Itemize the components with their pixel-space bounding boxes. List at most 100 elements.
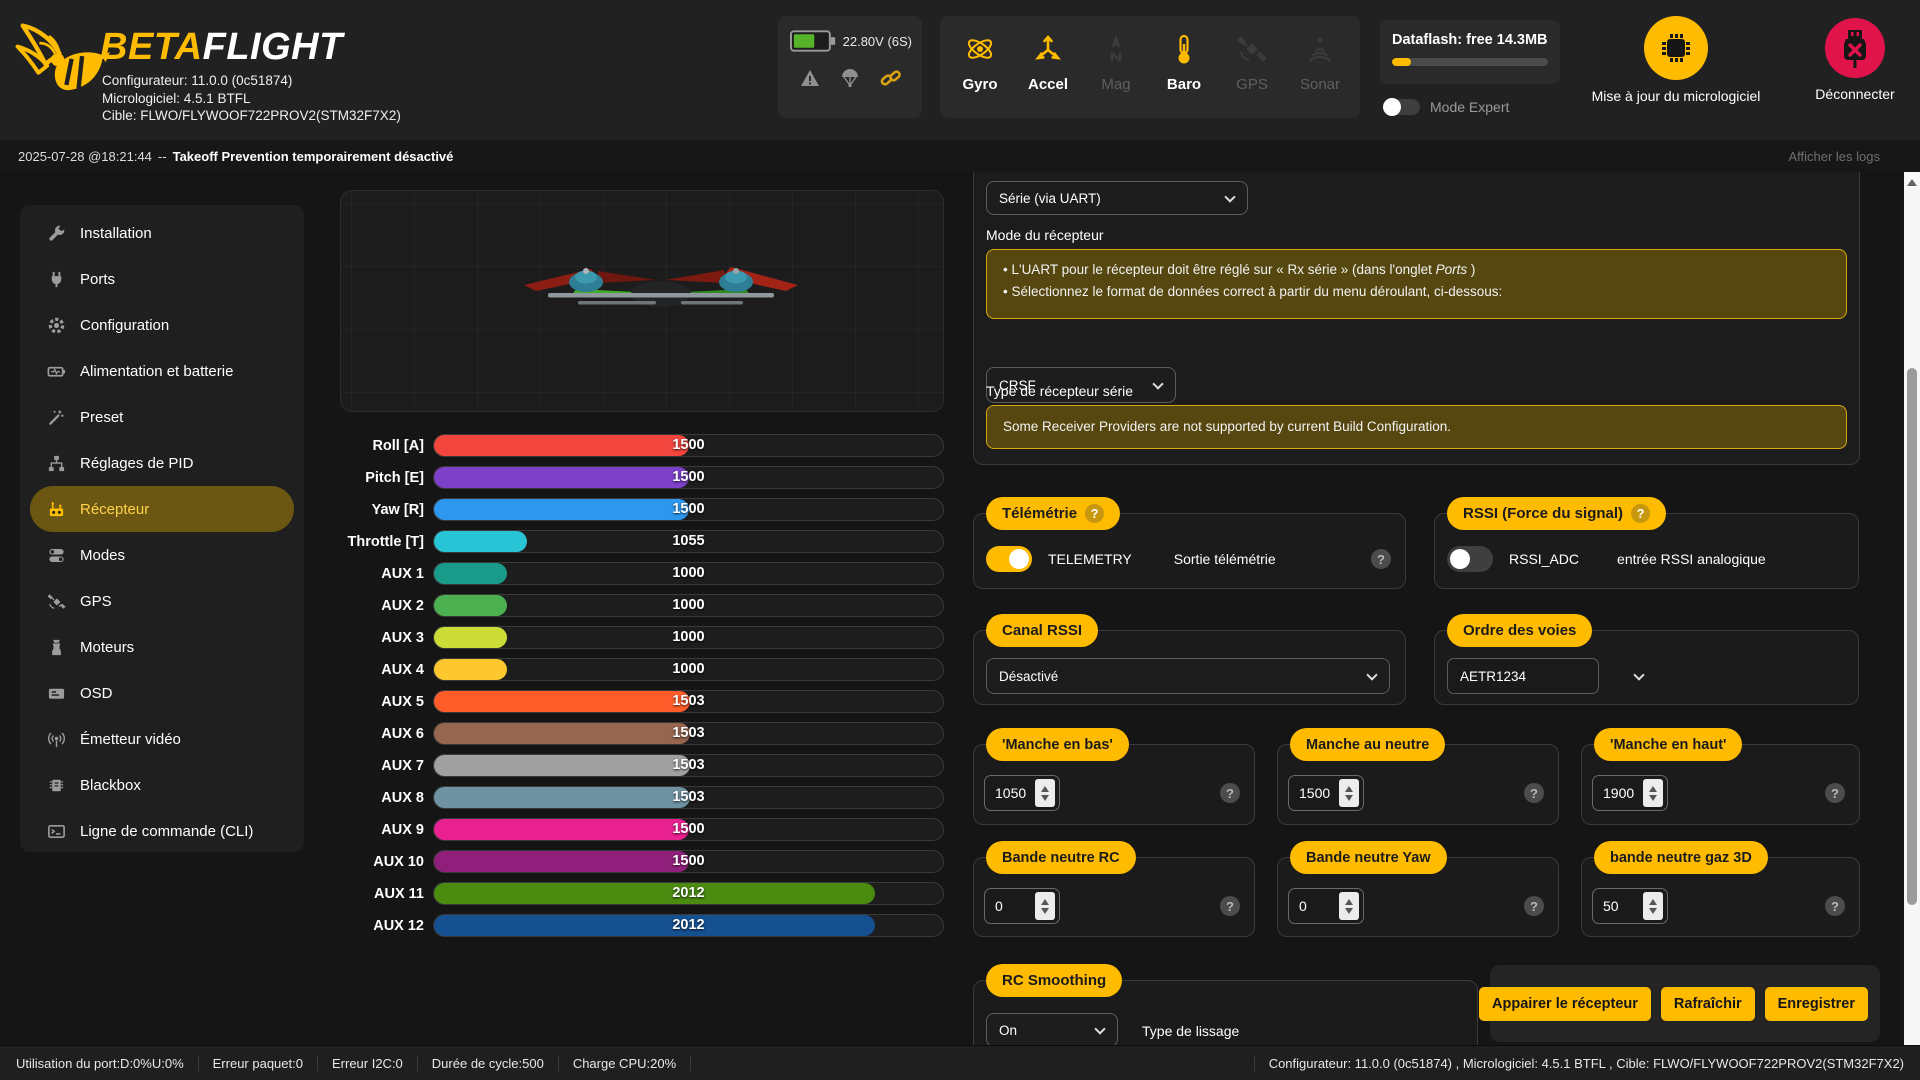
channel-track: 1503	[433, 754, 944, 777]
stepper-icon[interactable]	[1643, 892, 1663, 920]
scrollbar[interactable]	[1904, 172, 1920, 1045]
channel-row-roll-a: Roll [A]1500	[340, 434, 944, 457]
action-toolbar: Appairer le récepteurRafraîchirEnregistr…	[1490, 965, 1880, 1042]
wrench-icon	[46, 223, 66, 243]
stick-center-input[interactable]: 1500	[1288, 775, 1364, 811]
stick-high-input[interactable]: 1900	[1592, 775, 1668, 811]
help-icon[interactable]: ?	[1220, 783, 1240, 803]
gear-icon	[46, 315, 66, 335]
channel-track: 1500	[433, 498, 944, 521]
stick-low-input[interactable]: 1050	[984, 775, 1060, 811]
sidebar-item-installation[interactable]: Installation	[20, 210, 304, 256]
refresh-button[interactable]: Rafraîchir	[1661, 987, 1755, 1021]
help-icon[interactable]: ?	[1220, 896, 1240, 916]
rssi-channel-select[interactable]: Désactivé	[986, 658, 1390, 694]
help-icon[interactable]: ?	[1825, 783, 1845, 803]
help-icon[interactable]: ?	[1825, 896, 1845, 916]
status-segment: Utilisation du port:D:0%U:0%	[16, 1056, 199, 1071]
target-name: Cible: FLWO/FLYWOOF722PROV2(STM32F7X2)	[102, 107, 401, 125]
dataflash-label: Dataflash: free 14.3MB	[1392, 32, 1548, 48]
firmware-version: Micrologiciel: 4.5.1 BTFL	[102, 90, 401, 108]
log-message: Takeoff Prevention temporairement désact…	[173, 149, 454, 164]
configurator-version: Configurateur: 11.0.0 (0c51874)	[102, 72, 401, 90]
sidebar-item-configuration[interactable]: Configuration	[20, 302, 304, 348]
help-icon[interactable]: ?	[1371, 549, 1391, 569]
scroll-up-arrow-icon[interactable]	[1907, 179, 1917, 186]
receiver-mode-select[interactable]: Série (via UART)	[986, 181, 1248, 215]
channel-row-throttle-t: Throttle [T]1055	[340, 530, 944, 553]
model-preview[interactable]	[340, 190, 944, 412]
sensor-accel: Accel	[1014, 26, 1082, 118]
chip-icon	[1644, 16, 1708, 80]
stepper-icon[interactable]	[1339, 779, 1359, 807]
stick-low-card: 'Manche en bas' 1050 ?	[973, 744, 1255, 825]
stick-low-title: 'Manche en bas'	[986, 728, 1129, 761]
channel-row-aux-1: AUX 11000	[340, 562, 944, 585]
sidebar-item-blackbox[interactable]: Blackbox	[20, 762, 304, 808]
3d-deadband-input[interactable]: 50	[1592, 888, 1668, 924]
sidebar-item-modes[interactable]: Modes	[20, 532, 304, 578]
channel-value: 1503	[434, 723, 943, 744]
channel-value: 1000	[434, 595, 943, 616]
sitemap-icon	[46, 453, 66, 473]
status-segment: Erreur I2C:0	[318, 1056, 418, 1071]
channel-track: 1000	[433, 562, 944, 585]
chip-icon	[46, 775, 66, 795]
channel-value: 1055	[434, 531, 943, 552]
sidebar-item-preset[interactable]: Preset	[20, 394, 304, 440]
sidebar-item-emetteur-video[interactable]: Émetteur vidéo	[20, 716, 304, 762]
help-icon[interactable]: ?	[1631, 504, 1650, 523]
show-logs-link[interactable]: Afficher les logs	[1788, 149, 1880, 164]
log-bar: 2025-07-28 @18:21:44 -- Takeoff Preventi…	[0, 140, 1920, 172]
rc-smoothing-select[interactable]: On	[986, 1013, 1118, 1047]
stick-high-title: 'Manche en haut'	[1594, 728, 1742, 761]
telemetry-toggle[interactable]	[986, 546, 1032, 572]
channel-map-input[interactable]: AETR1234	[1447, 658, 1599, 694]
channel-row-aux-3: AUX 31000	[340, 626, 944, 649]
channel-row-aux-10: AUX 101500	[340, 850, 944, 873]
expert-mode-toggle[interactable]	[1384, 99, 1420, 115]
stepper-icon[interactable]	[1339, 892, 1359, 920]
receiver-provider-warning: Some Receiver Providers are not supporte…	[986, 405, 1847, 449]
channel-row-aux-9: AUX 91500	[340, 818, 944, 841]
channel-list: Roll [A]1500Pitch [E]1500Yaw [R]1500Thro…	[340, 434, 944, 946]
sidebar-item-alimentation-et-batterie[interactable]: Alimentation et batterie	[20, 348, 304, 394]
telemetry-desc: Sortie télémétrie	[1174, 551, 1276, 567]
satellite-icon	[46, 591, 66, 611]
rssi-toggle-label: RSSI_ADC	[1509, 551, 1579, 567]
sidebar-item-ports[interactable]: Ports	[20, 256, 304, 302]
sidebar-item-recepteur[interactable]: Récepteur	[30, 486, 294, 532]
help-icon[interactable]: ?	[1524, 783, 1544, 803]
sidebar-item-moteurs[interactable]: Moteurs	[20, 624, 304, 670]
status-segment: Charge CPU:20%	[559, 1056, 691, 1071]
sidebar-item-ligne-de-commande-cli[interactable]: Ligne de commande (CLI)	[20, 808, 304, 854]
sidebar-item-osd[interactable]: OSD	[20, 670, 304, 716]
disconnect-button[interactable]: Déconnecter	[1800, 18, 1910, 102]
sidebar-item-gps[interactable]: GPS	[20, 578, 304, 624]
sensor-mag: Mag	[1082, 26, 1150, 118]
channel-value: 1503	[434, 755, 943, 776]
rc-deadband-input[interactable]: 0	[984, 888, 1060, 924]
stick-center-card: Manche au neutre 1500 ?	[1277, 744, 1559, 825]
stepper-icon[interactable]	[1035, 779, 1055, 807]
help-icon[interactable]: ?	[1085, 504, 1104, 523]
help-icon[interactable]: ?	[1524, 896, 1544, 916]
receiver-mode-panel: Série (via UART) Mode du récepteur • L'U…	[973, 150, 1860, 465]
firmware-flasher-button[interactable]: Mise à jour du micrologiciel	[1576, 16, 1776, 104]
save-button[interactable]: Enregistrer	[1765, 987, 1868, 1021]
telemetry-title: Télémétrie?	[986, 497, 1120, 530]
scrollbar-thumb[interactable]	[1907, 368, 1917, 905]
stepper-icon[interactable]	[1035, 892, 1055, 920]
sidebar-item-reglages-de-pid[interactable]: Réglages de PID	[20, 440, 304, 486]
battery-voltage: 22.80V (6S)	[843, 34, 912, 49]
pair-receiver-button[interactable]: Appairer le récepteur	[1479, 987, 1651, 1021]
channel-row-yaw-r: Yaw [R]1500	[340, 498, 944, 521]
yaw-deadband-input[interactable]: 0	[1288, 888, 1364, 924]
chevron-down-icon[interactable]	[1633, 669, 1644, 680]
expert-mode-label: Mode Expert	[1430, 99, 1509, 115]
channel-row-aux-8: AUX 81503	[340, 786, 944, 809]
stepper-icon[interactable]	[1643, 779, 1663, 807]
channel-value: 1000	[434, 659, 943, 680]
rssi-adc-toggle[interactable]	[1447, 546, 1493, 572]
channel-track: 1503	[433, 690, 944, 713]
